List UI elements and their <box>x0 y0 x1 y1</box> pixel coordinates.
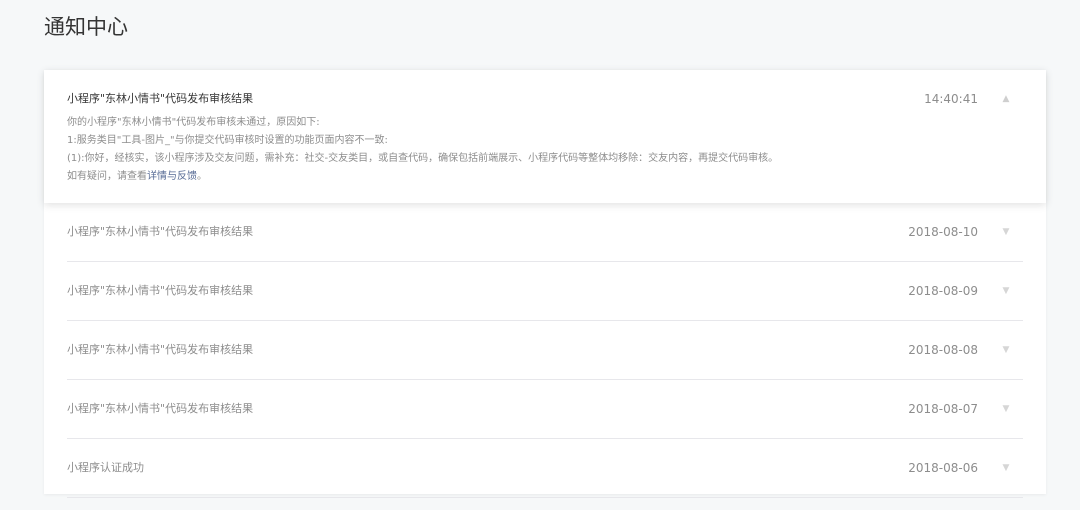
notification-title: 小程序"东林小情书"代码发布审核结果 <box>67 402 254 415</box>
notification-date: 2018-08-09 <box>908 284 978 298</box>
notification-date: 2018-08-10 <box>908 225 978 239</box>
notification-body-line: (1):你好，经核实，该小程序涉及交友问题，需补充：社交-交友类目，或自查代码，… <box>67 153 779 164</box>
notification-date: 2018-08-08 <box>908 343 978 357</box>
list-item[interactable]: 小程序"东林小情书"代码发布审核结果 2018-08-08 ▼ <box>67 321 1023 380</box>
notification-panel: 小程序"东林小情书"代码发布审核结果 14:40:41 ▲ 你的小程序"东林小情… <box>44 70 1046 498</box>
notification-list: 小程序"东林小情书"代码发布审核结果 2018-08-10 ▼ 小程序"东林小情… <box>67 203 1023 498</box>
list-item[interactable]: 小程序"东林小情书"代码发布审核结果 2018-08-10 ▼ <box>67 203 1023 262</box>
notification-date: 2018-08-06 <box>908 461 978 475</box>
chevron-down-icon[interactable]: ▼ <box>1000 401 1012 417</box>
notification-body-line: 1:服务类目"工具-图片_"与你提交代码审核时设置的功能页面内容不一致: <box>67 135 388 146</box>
list-item[interactable]: 小程序"东林小情书"代码发布审核结果 2018-08-09 ▼ <box>67 262 1023 321</box>
notification-center-page: 通知中心 小程序"东林小情书"代码发布审核结果 14:40:41 ▲ 你的小程序… <box>0 0 1080 510</box>
chevron-down-icon[interactable]: ▼ <box>1000 342 1012 358</box>
footer-prefix: 如有疑问，请查看 <box>67 171 147 182</box>
chevron-down-icon[interactable]: ▼ <box>1000 283 1012 299</box>
chevron-up-icon[interactable]: ▲ <box>1000 91 1012 107</box>
notification-title: 小程序"东林小情书"代码发布审核结果 <box>67 284 254 297</box>
list-item[interactable]: 小程序认证成功 2018-08-06 ▼ <box>67 439 1023 498</box>
notification-date: 2018-08-07 <box>908 402 978 416</box>
notification-body: 你的小程序"东林小情书"代码发布审核未通过，原因如下: 1:服务类目"工具-图片… <box>67 114 1017 186</box>
notification-item-expanded[interactable]: 小程序"东林小情书"代码发布审核结果 14:40:41 ▲ 你的小程序"东林小情… <box>44 70 1046 203</box>
notification-title: 小程序"东林小情书"代码发布审核结果 <box>67 92 254 105</box>
notification-time: 14:40:41 <box>924 92 978 106</box>
details-feedback-link[interactable]: 详情与反馈 <box>147 171 197 182</box>
notification-title: 小程序"东林小情书"代码发布审核结果 <box>67 225 254 238</box>
page-title: 通知中心 <box>44 15 128 39</box>
list-item[interactable]: 小程序"东林小情书"代码发布审核结果 2018-08-07 ▼ <box>67 380 1023 439</box>
footer-suffix: 。 <box>197 171 207 182</box>
notification-title: 小程序"东林小情书"代码发布审核结果 <box>67 343 254 356</box>
chevron-down-icon[interactable]: ▼ <box>1000 460 1012 476</box>
chevron-down-icon[interactable]: ▼ <box>1000 224 1012 240</box>
notification-body-line: 你的小程序"东林小情书"代码发布审核未通过，原因如下: <box>67 117 320 128</box>
notification-title: 小程序认证成功 <box>67 461 144 474</box>
notification-footer: 如有疑问，请查看详情与反馈。 <box>67 168 1017 186</box>
